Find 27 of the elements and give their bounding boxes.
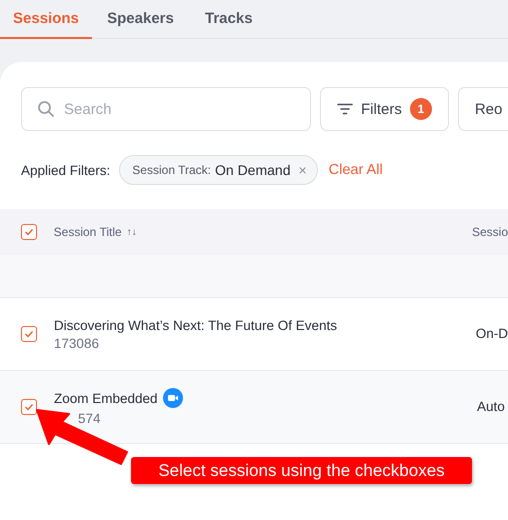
checkbox[interactable] [21, 224, 37, 240]
column-header[interactable]: Sessio [472, 225, 508, 239]
tab[interactable]: Tracks [192, 0, 269, 39]
checkbox[interactable] [21, 399, 37, 415]
table-cell: Auto [477, 399, 505, 414]
check-icon [24, 228, 34, 236]
filters-button[interactable]: Filters 1 [320, 87, 449, 131]
applied-filters-label: Applied Filters: [21, 162, 110, 178]
reorder-button[interactable]: Reo [458, 87, 508, 131]
clear-all-link[interactable]: Clear All [328, 162, 383, 178]
chip-value: On Demand [215, 162, 290, 178]
callout-label: Select sessions using the checkboxes [131, 457, 472, 484]
chip-key: Session Track: [132, 163, 211, 177]
session-id: 173086 [54, 336, 99, 350]
column-header[interactable]: Session Title [54, 225, 122, 239]
session-title: Discovering What’s Next: The Future Of Events [54, 318, 338, 332]
tab[interactable]: Speakers [92, 0, 192, 39]
session-title: Zoom Embedded [54, 390, 158, 406]
search-field[interactable]: Search [21, 87, 311, 131]
check-icon [24, 403, 34, 411]
checkbox[interactable] [21, 326, 37, 342]
sort-icon[interactable]: ↑↓ [126, 226, 137, 238]
session-id: 574 [77, 411, 101, 426]
count-badge: 1 [410, 98, 432, 120]
filter-icon [337, 103, 353, 115]
table-cell: On-D [476, 326, 508, 341]
check-icon [24, 330, 34, 338]
